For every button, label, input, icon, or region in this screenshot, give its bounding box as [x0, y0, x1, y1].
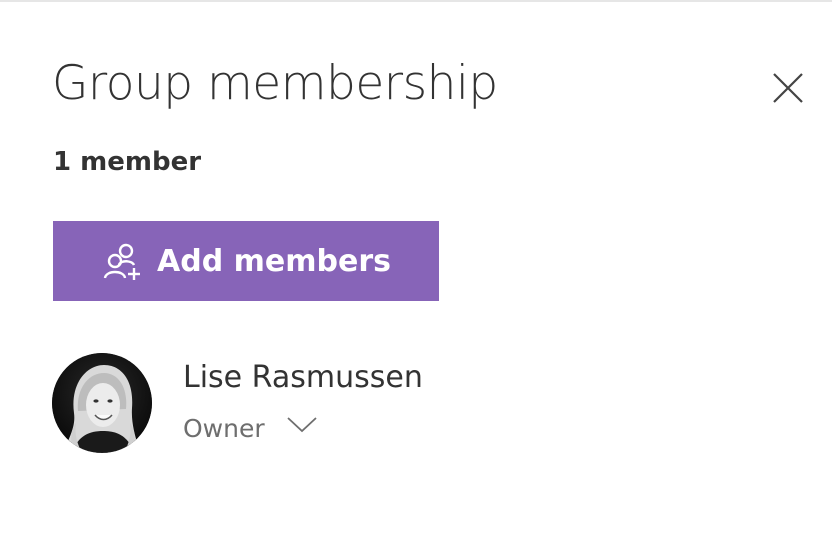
avatar [52, 353, 152, 453]
group-membership-panel: Group membership 1 member Add members Li… [0, 0, 832, 552]
add-people-icon [101, 240, 143, 282]
add-members-button[interactable]: Add members [53, 221, 439, 301]
role-label: Owner [183, 414, 265, 443]
member-item: Lise Rasmussen Owner [52, 350, 652, 456]
role-dropdown[interactable]: Owner [183, 410, 319, 448]
chevron-down-icon [285, 415, 319, 435]
user-photo [52, 353, 152, 453]
member-count: 1 member [53, 147, 202, 177]
close-icon [773, 73, 803, 103]
member-name: Lise Rasmussen [183, 360, 423, 395]
add-members-label: Add members [157, 243, 391, 279]
close-button[interactable] [766, 66, 810, 110]
panel-title: Group membership [52, 56, 498, 111]
